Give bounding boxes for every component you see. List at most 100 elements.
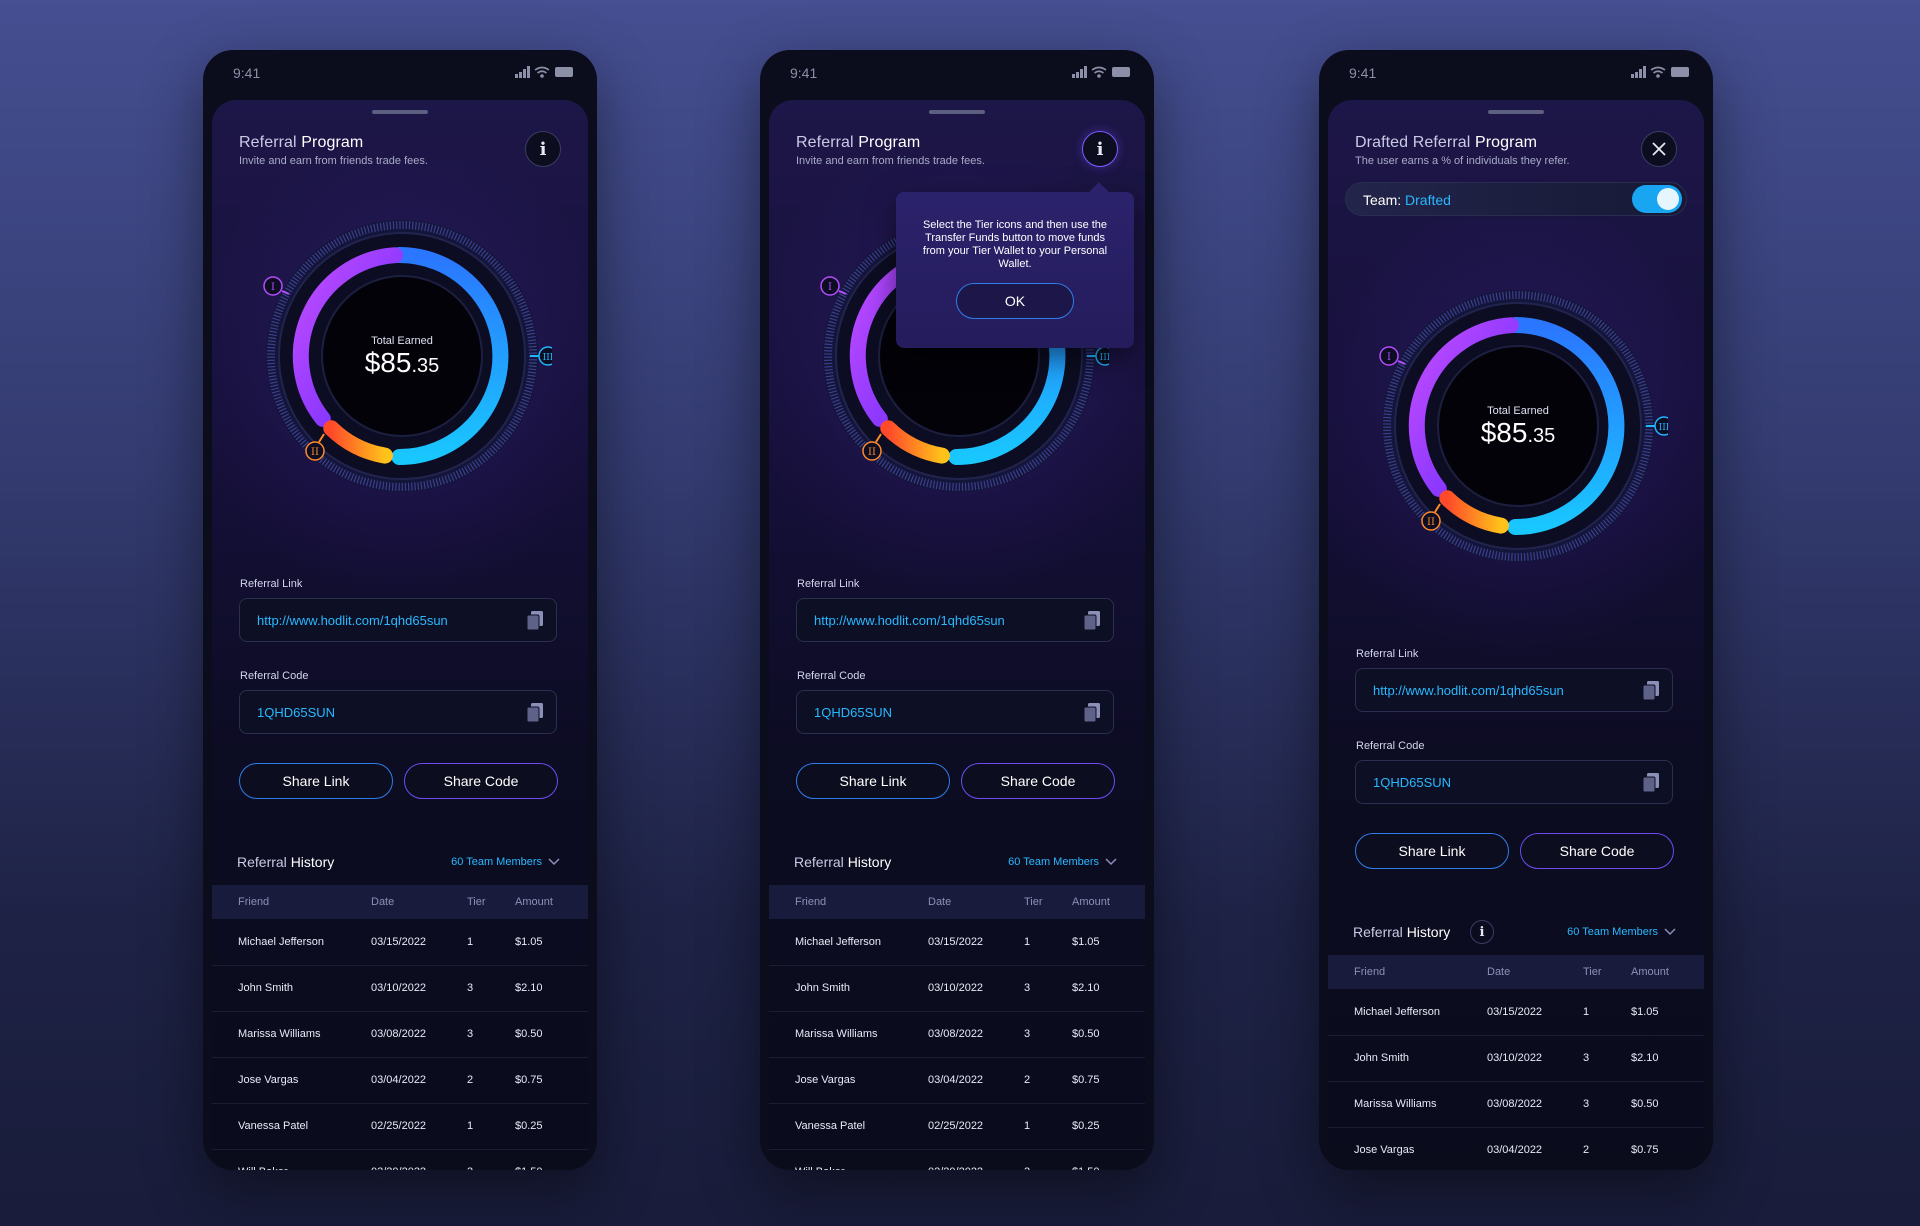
referral-date: 03/08/2022 xyxy=(1487,1098,1543,1110)
referral-date: 03/04/2022 xyxy=(371,1074,427,1086)
table-row: Jose Vargas 03/04/2022 2 $0.75 xyxy=(769,1057,1145,1104)
page-title: Referral Program xyxy=(796,134,921,151)
referral-link-value[interactable]: http://www.hodlit.com/1qhd65sun xyxy=(1373,683,1564,698)
battery-icon xyxy=(1671,67,1689,77)
referral-code-field[interactable]: 1QHD65SUN xyxy=(239,690,557,734)
battery-icon xyxy=(555,67,573,77)
status-time: 9:41 xyxy=(233,65,261,81)
svg-text:II: II xyxy=(868,447,876,458)
referral-amount: $1.05 xyxy=(515,936,543,948)
referral-date: 03/15/2022 xyxy=(1487,1006,1543,1018)
team-members-dropdown[interactable]: 60 Team Members xyxy=(1567,926,1676,938)
table-row: Will Baker 02/20/2022 3 $1.50 xyxy=(212,1149,588,1170)
referral-code-field[interactable]: 1QHD65SUN xyxy=(1355,760,1673,804)
referral-tier: 2 xyxy=(1583,1144,1590,1156)
referral-amount: $0.75 xyxy=(1631,1144,1659,1156)
team-bar: Team: Drafted xyxy=(1345,182,1687,216)
close-button[interactable] xyxy=(1641,131,1677,167)
friend-name: Will Baker xyxy=(238,1166,288,1170)
copy-icon[interactable] xyxy=(1642,773,1660,793)
copy-icon[interactable] xyxy=(1642,681,1660,701)
referral-tier: 1 xyxy=(1024,936,1031,948)
total-earned-label: Total Earned xyxy=(1487,405,1549,417)
sheet-grabber[interactable] xyxy=(372,110,428,114)
info-icon[interactable]: i xyxy=(1082,131,1118,167)
referral-amount: $0.75 xyxy=(1072,1074,1100,1086)
table-row: Michael Jefferson 03/15/2022 1 $1.05 xyxy=(1328,989,1704,1036)
referral-date: 02/25/2022 xyxy=(928,1120,984,1132)
info-tooltip: Select the Tier icons and then use the T… xyxy=(896,182,1134,348)
team-toggle[interactable] xyxy=(1632,185,1682,213)
status-icons xyxy=(515,66,573,78)
referral-code-label: Referral Code xyxy=(797,670,866,682)
share-link-button[interactable]: Share Link xyxy=(796,763,950,799)
referral-tier: 1 xyxy=(467,1120,474,1132)
info-icon[interactable]: i xyxy=(525,131,561,167)
referral-link-field[interactable]: http://www.hodlit.com/1qhd65sun xyxy=(239,598,557,642)
copy-icon[interactable] xyxy=(526,611,544,631)
signal-icon xyxy=(515,66,530,78)
referral-link-field[interactable]: http://www.hodlit.com/1qhd65sun xyxy=(1355,668,1673,712)
referral-date: 03/10/2022 xyxy=(928,982,984,994)
referral-amount: $1.50 xyxy=(515,1166,543,1170)
share-code-button[interactable]: Share Code xyxy=(961,763,1115,799)
referral-code-field[interactable]: 1QHD65SUN xyxy=(796,690,1114,734)
share-code-button[interactable]: Share Code xyxy=(1520,833,1674,869)
copy-icon[interactable] xyxy=(526,703,544,723)
team-members-dropdown[interactable]: 60 Team Members xyxy=(1008,856,1117,868)
copy-icon[interactable] xyxy=(1083,703,1101,723)
referral-amount: $1.50 xyxy=(1072,1166,1100,1170)
referral-tier: 3 xyxy=(467,1166,473,1170)
table-row: Vanessa Patel 02/25/2022 1 $0.25 xyxy=(212,1103,588,1150)
referral-tier: 3 xyxy=(1024,982,1031,994)
referral-amount: $2.10 xyxy=(1631,1052,1659,1064)
tooltip-ok-button[interactable]: OK xyxy=(956,283,1074,319)
svg-text:III: III xyxy=(1100,353,1109,363)
sheet-grabber[interactable] xyxy=(929,110,985,114)
table-header: Friend Date Tier Amount xyxy=(1328,955,1704,989)
referral-history-title: Referral History xyxy=(1353,924,1451,940)
referral-code-value[interactable]: 1QHD65SUN xyxy=(1373,775,1451,790)
referral-code-label: Referral Code xyxy=(1356,740,1425,752)
referral-amount: $1.05 xyxy=(1631,1006,1659,1018)
referral-link-label: Referral Link xyxy=(240,578,303,590)
referral-link-field[interactable]: http://www.hodlit.com/1qhd65sun xyxy=(796,598,1114,642)
referral-amount: $2.10 xyxy=(515,982,543,994)
friend-name: Vanessa Patel xyxy=(795,1120,866,1132)
svg-text:I: I xyxy=(1387,352,1391,363)
referral-code-value[interactable]: 1QHD65SUN xyxy=(814,705,892,720)
wifi-icon xyxy=(1650,66,1666,78)
friend-name: Marissa Williams xyxy=(1354,1098,1437,1110)
phone-screen-1: 9:41 Referral Program Invite and earn fr… xyxy=(203,50,597,1170)
referral-history-title: Referral History xyxy=(237,854,335,870)
referral-date: 02/20/2022 xyxy=(371,1166,426,1170)
referral-tier: 3 xyxy=(1024,1028,1031,1040)
table-row: Marissa Williams 03/08/2022 3 $0.50 xyxy=(769,1011,1145,1058)
referral-link-value[interactable]: http://www.hodlit.com/1qhd65sun xyxy=(814,613,1005,628)
referral-date: 03/08/2022 xyxy=(371,1028,427,1040)
friend-name: Marissa Williams xyxy=(795,1028,878,1040)
share-link-button[interactable]: Share Link xyxy=(239,763,393,799)
referral-amount: $0.25 xyxy=(1072,1120,1100,1132)
referral-tier: 2 xyxy=(467,1074,474,1086)
status-icons xyxy=(1631,66,1689,78)
status-icons xyxy=(1072,66,1130,78)
status-bar: 9:41 xyxy=(760,50,1154,94)
history-info-icon[interactable]: i xyxy=(1470,920,1494,944)
referral-link-value[interactable]: http://www.hodlit.com/1qhd65sun xyxy=(257,613,448,628)
team-members-dropdown[interactable]: 60 Team Members xyxy=(451,856,560,868)
share-code-button[interactable]: Share Code xyxy=(404,763,558,799)
referral-date: 02/20/2022 xyxy=(928,1166,983,1170)
referral-amount: $1.05 xyxy=(1072,936,1100,948)
referral-tier: 2 xyxy=(1024,1074,1031,1086)
table-row: Jose Vargas 03/04/2022 2 $0.75 xyxy=(212,1057,588,1104)
referral-code-value[interactable]: 1QHD65SUN xyxy=(257,705,335,720)
copy-icon[interactable] xyxy=(1083,611,1101,631)
table-row: Michael Jefferson 03/15/2022 1 $1.05 xyxy=(769,919,1145,966)
svg-text:III: III xyxy=(543,353,552,363)
share-link-button[interactable]: Share Link xyxy=(1355,833,1509,869)
drafted-referral-sheet: Drafted Referral Program The user earns … xyxy=(1328,100,1704,1170)
sheet-grabber[interactable] xyxy=(1488,110,1544,114)
chevron-down-icon xyxy=(1664,928,1676,936)
referral-date: 02/25/2022 xyxy=(371,1120,427,1132)
